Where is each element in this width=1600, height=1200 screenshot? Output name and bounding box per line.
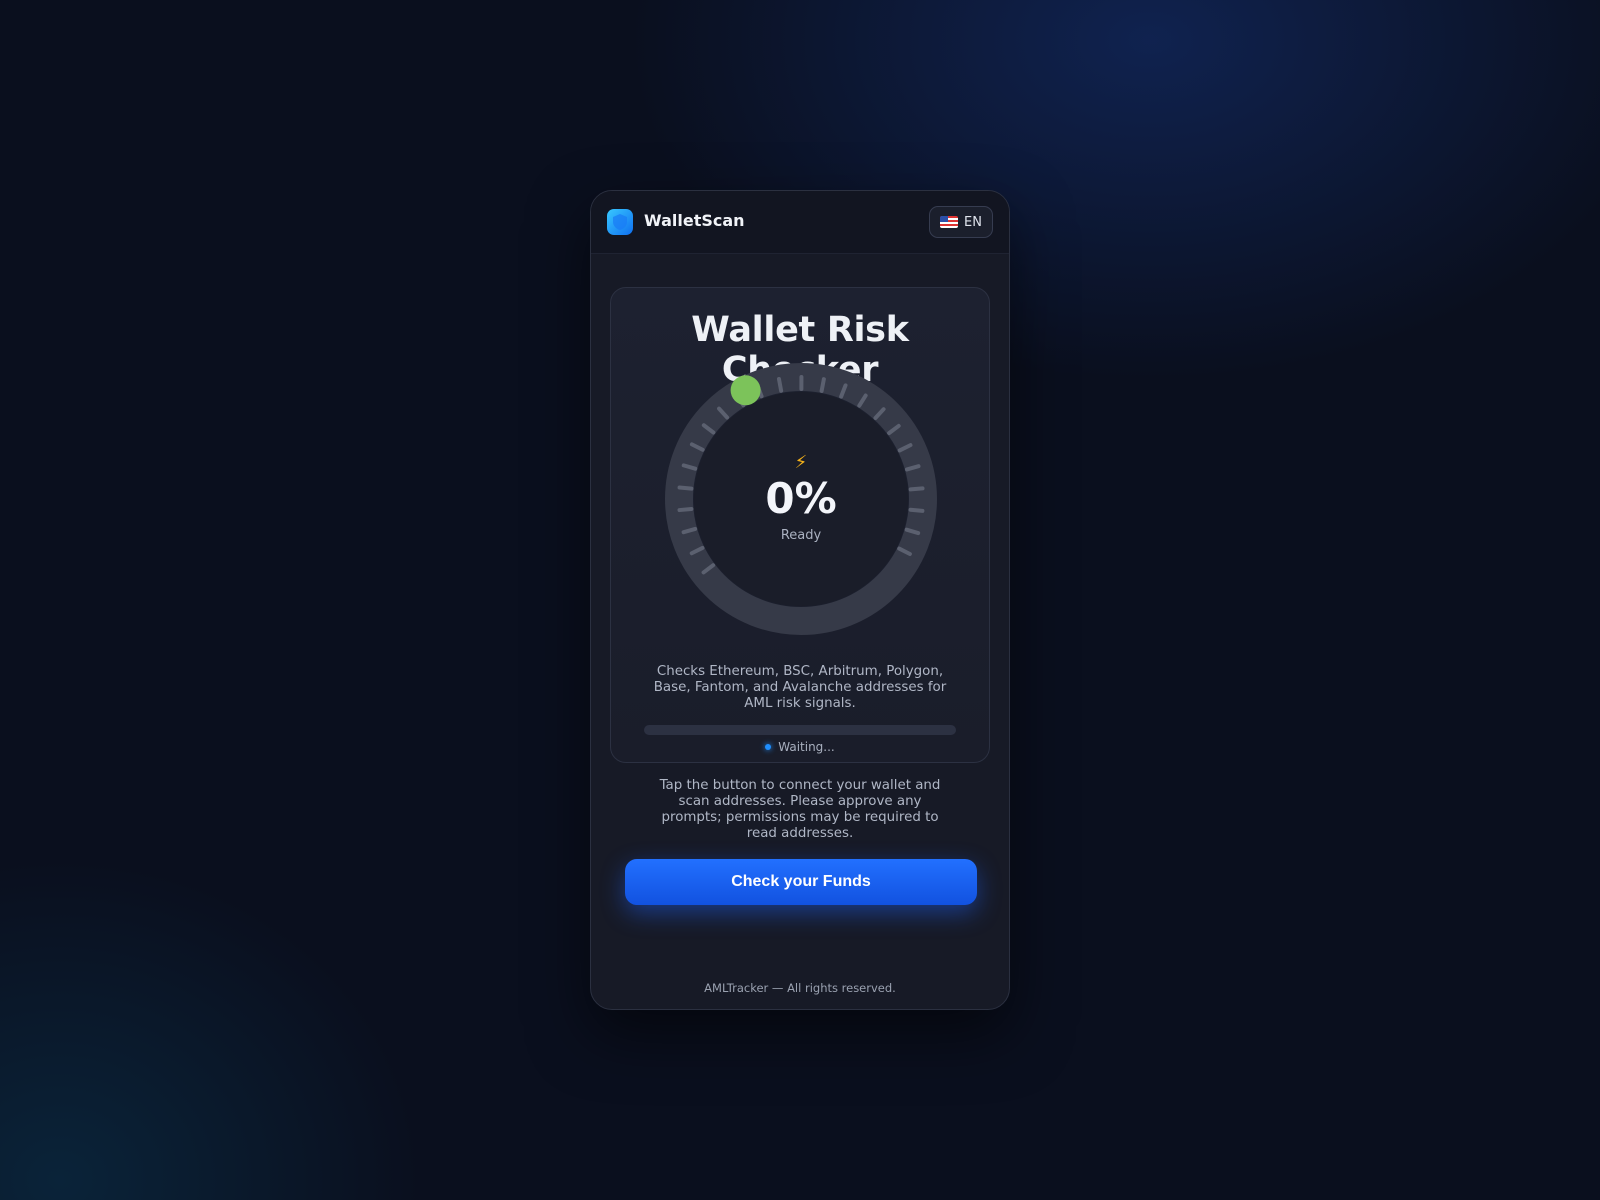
app-header: WalletScan EN [591,191,1009,254]
app-brand: WalletScan [644,211,745,230]
language-button[interactable]: EN [929,206,993,238]
lightning-icon: ⚡ [794,452,808,473]
language-label: EN [964,214,982,230]
instructions-text: Tap the button to connect your wallet an… [659,778,941,841]
wallet-scan-card: WalletScan EN Wallet Risk Checker ⚡ 0% R… [590,190,1010,1010]
progress-percent: 0% [765,474,837,523]
status-text: Waiting... [778,740,835,754]
us-flag-icon [940,216,959,228]
footer-copyright: AMLTracker — All rights reserved. [704,981,896,995]
check-funds-button[interactable]: Check your Funds [625,859,977,905]
progress-bar [644,725,956,735]
supported-chains-description: Checks Ethereum, BSC, Arbitrum, Polygon,… [653,664,947,711]
gauge-readout: ⚡ 0% Ready [664,362,938,636]
status-line: Waiting... [611,740,989,754]
status-dot-icon [765,743,772,750]
scan-state: Ready [780,528,822,543]
shield-icon [607,209,633,235]
risk-checker-panel: Wallet Risk Checker ⚡ 0% Ready Checks Et… [610,287,990,763]
